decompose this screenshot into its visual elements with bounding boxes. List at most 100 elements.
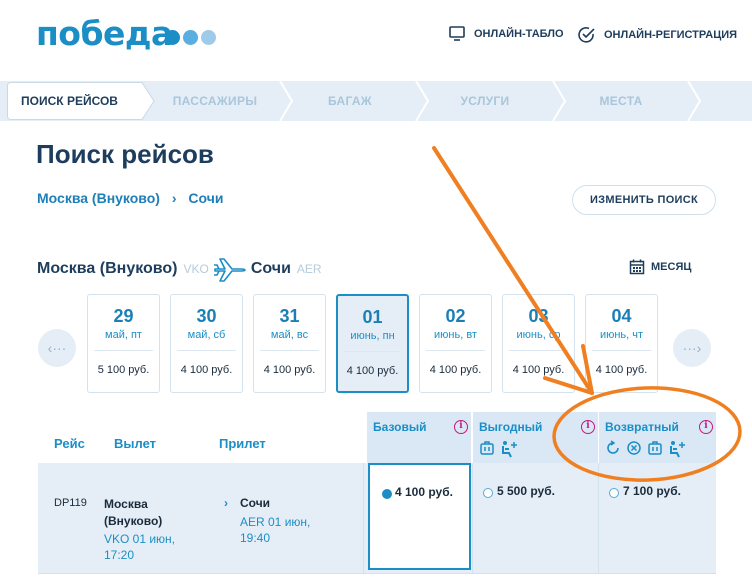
seat-plus-icon xyxy=(502,441,517,458)
date-divider xyxy=(177,350,236,351)
date-weekday: июнь, чт xyxy=(599,329,644,341)
fare-header-profit[interactable]: Выгодный i xyxy=(472,412,598,463)
fare-name-profit: Выгодный xyxy=(479,420,543,434)
date-card[interactable]: 02 июнь, вт 4 100 руб. xyxy=(419,294,492,393)
step-baggage[interactable]: БАГАЖ xyxy=(295,81,405,121)
date-card[interactable]: 29 май, пт 5 100 руб. xyxy=(87,294,160,393)
date-divider xyxy=(94,350,153,351)
direction-header: Москва (Внуково) VKO Сочи AER xyxy=(37,258,322,282)
month-label: МЕСЯЦ xyxy=(651,261,692,273)
booking-steps: ПОИСК РЕЙСОВ ПАССАЖИРЫ БАГАЖ УСЛУГИ МЕСТ… xyxy=(0,81,752,121)
date-weekday: июнь, вт xyxy=(434,329,477,341)
date-divider xyxy=(426,350,485,351)
date-card[interactable]: 03 июнь, ср 4 100 руб. xyxy=(502,294,575,393)
fare-price-base: 4 100 руб. xyxy=(395,485,453,499)
departure-detail: VKO 01 июн, 17:20 xyxy=(104,532,176,562)
fare-radio-profit[interactable] xyxy=(483,488,493,498)
date-price: 4 100 руб. xyxy=(429,364,482,376)
info-icon[interactable]: i xyxy=(454,420,468,434)
direction-from: Москва (Внуково) xyxy=(37,260,178,277)
date-price: 4 100 руб. xyxy=(263,364,316,376)
fare-profit-icons xyxy=(479,440,518,458)
online-board-link[interactable]: ОНЛАЙН-ТАБЛО xyxy=(448,26,564,42)
bag-icon xyxy=(648,441,662,455)
date-number: 04 xyxy=(611,306,632,326)
date-card[interactable]: 04 июнь, чт 4 100 руб. xyxy=(585,294,658,393)
crumb-separator: › xyxy=(171,190,177,206)
route-breadcrumb: Москва (Внуково) › Сочи xyxy=(37,190,223,206)
date-price: 4 100 руб. xyxy=(595,364,648,376)
logo-dots xyxy=(165,30,216,45)
fare-cell-profit[interactable]: 5 500 руб. xyxy=(472,463,598,573)
step-seats[interactable]: МЕСТА xyxy=(566,81,676,121)
col-departure-header: Вылет xyxy=(114,436,157,451)
monitor-icon xyxy=(449,26,465,41)
row-divider xyxy=(363,463,364,573)
step-services[interactable]: УСЛУГИ xyxy=(430,81,540,121)
date-number: 30 xyxy=(196,306,217,326)
arrival-chevron-icon: › xyxy=(224,496,228,510)
date-divider xyxy=(260,350,319,351)
logo-dot xyxy=(165,30,180,45)
date-weekday: июнь, пн xyxy=(350,330,395,342)
cancel-icon xyxy=(627,441,641,455)
col-flight-header: Рейс xyxy=(54,436,85,451)
date-number: 29 xyxy=(113,306,134,326)
date-price: 4 100 руб. xyxy=(512,364,565,376)
online-checkin-label: ОНЛАЙН-РЕГИСТРАЦИЯ xyxy=(604,29,738,41)
prev-dates-arrow[interactable]: ‹··· xyxy=(38,329,76,367)
month-view-link[interactable]: МЕСЯЦ xyxy=(629,259,691,275)
refresh-icon xyxy=(607,440,619,454)
fare-price-profit: 5 500 руб. xyxy=(497,484,555,498)
crumb-from: Москва (Внуково) xyxy=(37,190,160,206)
calendar-icon xyxy=(629,259,645,275)
date-number: 01 xyxy=(362,307,383,327)
pobeda-logo[interactable]: победа xyxy=(36,14,173,54)
fare-header-base[interactable]: Базовый i xyxy=(367,412,471,463)
arrival-detail: AER 01 июн, 19:40 xyxy=(240,515,311,545)
fare-name-base: Базовый xyxy=(373,420,427,434)
direction-to: Сочи xyxy=(250,260,291,277)
direction-from-code: VKO xyxy=(183,262,209,276)
seat-plus-icon xyxy=(670,441,685,458)
fare-cell-refundable[interactable]: 7 100 руб. xyxy=(598,463,716,573)
date-number: 31 xyxy=(279,306,300,326)
date-divider xyxy=(509,350,568,351)
date-card[interactable]: 31 май, вс 4 100 руб. xyxy=(253,294,326,393)
date-weekday: май, пт xyxy=(105,329,142,341)
date-divider xyxy=(344,351,401,352)
date-number: 02 xyxy=(445,306,466,326)
fare-header-refundable[interactable]: Возвратный i xyxy=(598,412,716,463)
date-card[interactable]: 30 май, сб 4 100 руб. xyxy=(170,294,243,393)
crumb-to: Сочи xyxy=(188,190,224,206)
fare-name-refundable: Возвратный xyxy=(605,420,679,434)
check-circle-icon xyxy=(578,27,595,43)
date-card[interactable]: 01 июнь, пн 4 100 руб. xyxy=(336,294,409,393)
fare-cell-base[interactable]: 4 100 руб. xyxy=(368,463,471,570)
next-dates-arrow[interactable]: ···› xyxy=(673,329,711,367)
date-weekday: май, вс xyxy=(270,329,309,341)
next-row-edge xyxy=(38,573,716,582)
col-arrival-header: Прилет xyxy=(219,436,266,451)
arrival-city: Сочи xyxy=(240,496,271,510)
info-icon[interactable]: i xyxy=(699,420,713,434)
step-search-label: ПОИСК РЕЙСОВ xyxy=(21,94,118,108)
flight-number: DP119 xyxy=(54,497,87,509)
info-icon[interactable]: i xyxy=(581,420,595,434)
online-checkin-link[interactable]: ОНЛАЙН-РЕГИСТРАЦИЯ xyxy=(578,26,737,44)
date-weekday: июнь, ср xyxy=(516,329,561,341)
date-weekday: май, сб xyxy=(187,329,226,341)
bag-icon xyxy=(480,441,494,455)
fare-refundable-icons xyxy=(605,440,686,458)
departure-city: Москва (Внуково) xyxy=(104,497,163,528)
date-price: 4 100 руб. xyxy=(180,364,233,376)
fare-radio-base[interactable] xyxy=(382,489,392,499)
fare-radio-refundable[interactable] xyxy=(609,488,619,498)
date-divider xyxy=(592,350,651,351)
logo-dot xyxy=(201,30,216,45)
fare-price-refundable: 7 100 руб. xyxy=(623,484,681,498)
step-search[interactable]: ПОИСК РЕЙСОВ xyxy=(7,82,155,120)
date-price: 5 100 руб. xyxy=(97,364,150,376)
step-passengers[interactable]: ПАССАЖИРЫ xyxy=(160,81,270,121)
change-search-button[interactable]: ИЗМЕНИТЬ ПОИСК xyxy=(572,185,716,215)
